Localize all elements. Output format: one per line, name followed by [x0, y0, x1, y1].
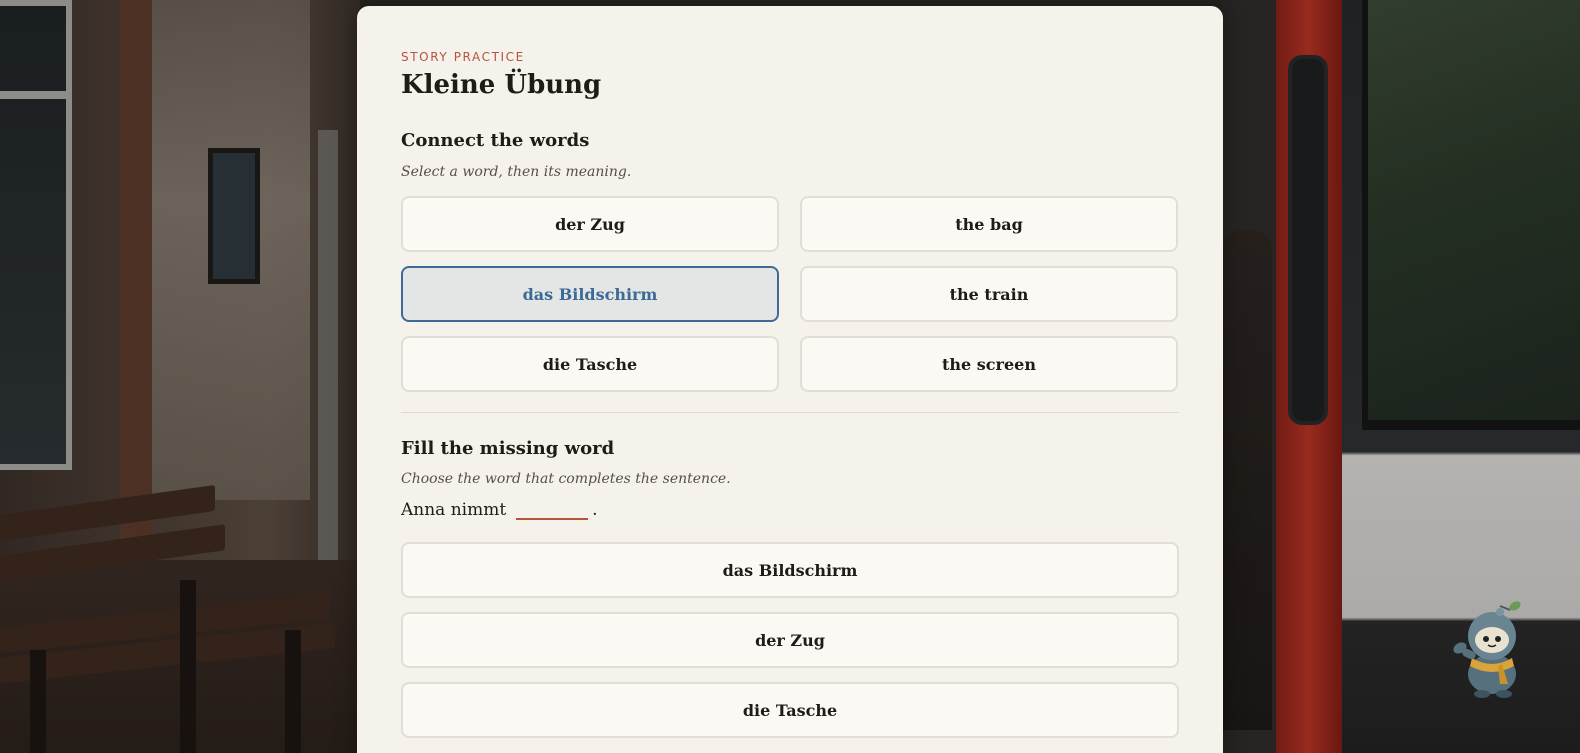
- answer-choice-button[interactable]: der Zug: [401, 612, 1179, 668]
- fill-sentence: Anna nimmt .: [401, 498, 598, 520]
- sentence-start: Anna nimmt: [401, 500, 507, 520]
- sentence-end: .: [592, 500, 598, 520]
- match-meaning-button[interactable]: the screen: [800, 336, 1178, 392]
- match-meaning-button[interactable]: the train: [800, 266, 1178, 322]
- answer-choice-button[interactable]: das Bildschirm: [401, 542, 1179, 598]
- matching-section-title: Connect the words: [401, 130, 590, 151]
- robot-mascot-icon[interactable]: [1442, 598, 1532, 700]
- eyebrow-label: STORY PRACTICE: [401, 50, 525, 64]
- practice-card: STORY PRACTICE Kleine Übung Connect the …: [357, 6, 1223, 753]
- match-word-button[interactable]: der Zug: [401, 196, 779, 252]
- match-meaning-button[interactable]: the bag: [800, 196, 1178, 252]
- section-divider: [401, 412, 1179, 413]
- match-word-button[interactable]: die Tasche: [401, 336, 779, 392]
- match-word-button-selected[interactable]: das Bildschirm: [401, 266, 779, 322]
- answer-choice-button[interactable]: die Tasche: [401, 682, 1179, 738]
- sentence-blank: [516, 498, 589, 520]
- fill-instruction: Choose the word that completes the sente…: [401, 471, 731, 487]
- matching-instruction: Select a word, then its meaning.: [401, 164, 632, 180]
- page-title: Kleine Übung: [401, 70, 602, 100]
- fill-section-title: Fill the missing word: [401, 438, 615, 459]
